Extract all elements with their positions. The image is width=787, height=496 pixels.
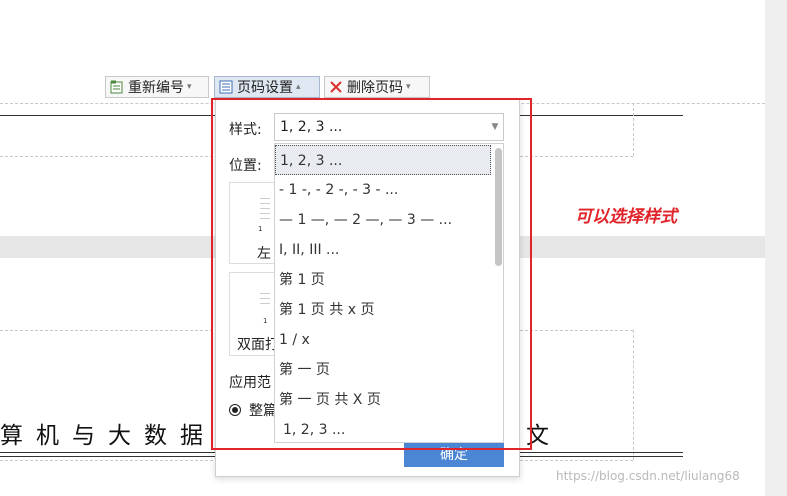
page-number-settings-label: 页码设置 (237, 80, 293, 96)
watermark: https://blog.csdn.net/liulang68 (556, 469, 740, 483)
margin-guide (633, 103, 634, 156)
chevron-down-icon: ▾ (406, 82, 411, 92)
highlight-box (211, 98, 532, 450)
renumber-icon (110, 80, 124, 94)
delete-icon (329, 80, 343, 94)
margin-guide-2 (633, 330, 634, 460)
page-settings-icon (219, 80, 233, 94)
delete-page-number-button[interactable]: 删除页码 ▾ (324, 76, 430, 98)
annotation-text: 可以选择样式 (575, 207, 677, 227)
renumber-button[interactable]: 重新编号 ▾ (105, 76, 209, 98)
right-scroll-area (765, 0, 787, 496)
chevron-down-icon: ▾ (187, 82, 192, 92)
delete-page-number-label: 删除页码 (347, 80, 403, 96)
page-number-settings-button[interactable]: 页码设置 ▴ (214, 76, 320, 98)
document-heading-left: 算机与大数据 (0, 423, 216, 449)
renumber-label: 重新编号 (128, 80, 184, 96)
chevron-up-icon: ▴ (296, 82, 301, 92)
